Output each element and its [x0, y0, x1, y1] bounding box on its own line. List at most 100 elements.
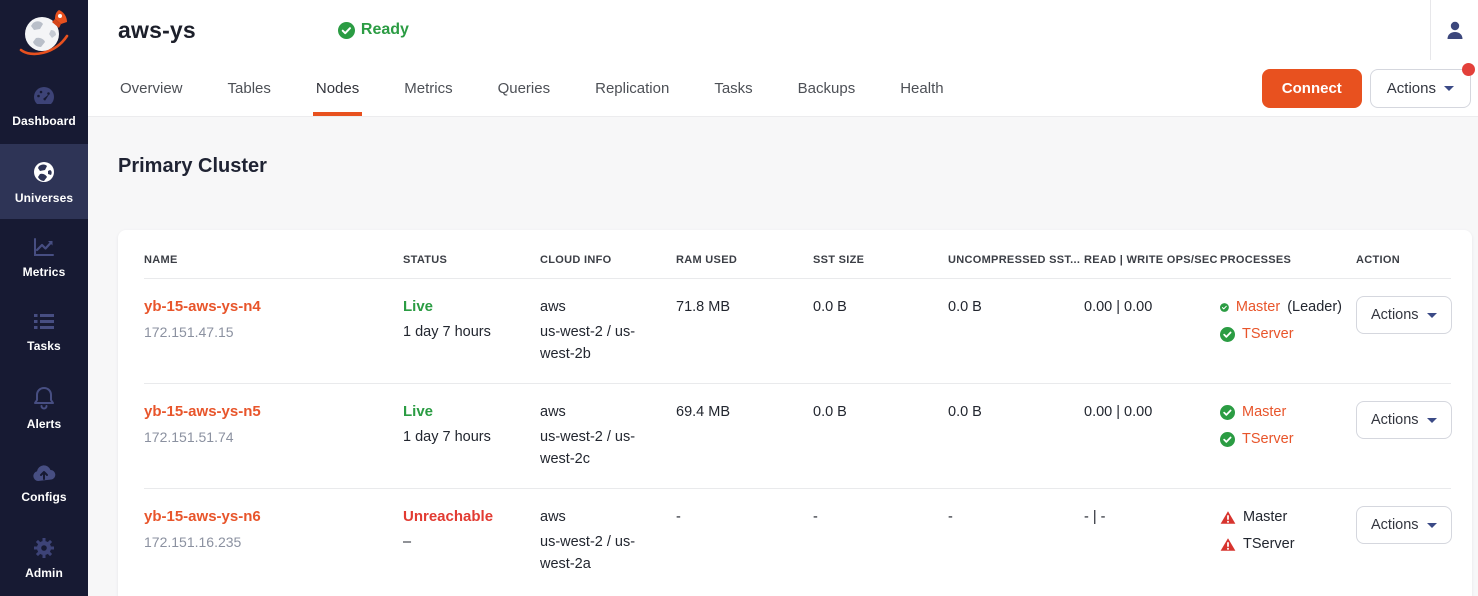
universe-actions-button[interactable]: Actions [1370, 69, 1471, 108]
node-status: Live [403, 401, 526, 423]
tab-replication[interactable]: Replication [595, 60, 669, 116]
uncompressed-sst-value: - [948, 506, 1084, 528]
planet-rocket-logo-icon [15, 8, 73, 60]
uncompressed-sst-value: 0.0 B [948, 296, 1084, 318]
col-header-name: NAME [144, 254, 403, 266]
row-actions-button[interactable]: Actions [1356, 296, 1452, 334]
bell-icon [32, 385, 56, 411]
check-circle-icon [1220, 405, 1235, 420]
user-menu[interactable] [1430, 0, 1478, 60]
cloud-provider: aws [540, 296, 662, 318]
gauge-icon [31, 84, 57, 108]
sst-size-value: - [813, 506, 948, 528]
read-write-ops-value: 0.00 | 0.00 [1084, 401, 1220, 423]
tab-tasks[interactable]: Tasks [714, 60, 752, 116]
ram-used-value: 69.4 MB [676, 401, 813, 423]
nodes-table-card: NAME STATUS CLOUD INFO RAM USED SST SIZE… [118, 230, 1472, 596]
cloud-provider: aws [540, 506, 662, 528]
cloud-region-zone: us-west-2 / us-west-2a [540, 531, 662, 575]
sidebar-item-dashboard[interactable]: Dashboard [0, 69, 88, 144]
node-name-link[interactable]: yb-15-aws-ys-n4 [144, 298, 261, 315]
node-uptime: – [403, 531, 526, 553]
gear-icon [32, 536, 56, 560]
node-ip: 172.151.47.15 [144, 321, 389, 343]
check-circle-icon [1220, 432, 1235, 447]
tab-health[interactable]: Health [900, 60, 943, 116]
process-master-link[interactable]: Master [1236, 296, 1280, 318]
content-area: Primary Cluster NAME STATUS CLOUD INFO R… [88, 117, 1478, 596]
process-tserver-link[interactable]: TServer [1242, 428, 1294, 450]
table-header-row: NAME STATUS CLOUD INFO RAM USED SST SIZE… [144, 230, 1451, 278]
line-chart-icon [31, 235, 57, 259]
process-tserver-link[interactable]: TServer [1242, 323, 1294, 345]
node-ip: 172.151.16.235 [144, 531, 389, 553]
sidebar-item-tasks[interactable]: Tasks [0, 295, 88, 370]
tab-metrics[interactable]: Metrics [404, 60, 452, 116]
uncompressed-sst-value: 0.0 B [948, 401, 1084, 423]
section-title: Primary Cluster [118, 155, 1478, 178]
row-actions-button[interactable]: Actions [1356, 401, 1452, 439]
read-write-ops-value: - | - [1084, 506, 1220, 528]
processes-cell: Master (Leader) TServer [1220, 296, 1356, 345]
notification-dot [1462, 63, 1475, 76]
sidebar: Dashboard Universes Metrics Tasks [0, 0, 88, 596]
col-header-status: STATUS [403, 254, 540, 266]
sidebar-item-label: Tasks [27, 339, 61, 353]
check-circle-icon [1220, 300, 1229, 315]
sidebar-item-universes[interactable]: Universes [0, 144, 88, 219]
tab-nodes[interactable]: Nodes [316, 60, 359, 116]
sidebar-item-alerts[interactable]: Alerts [0, 370, 88, 445]
tab-overview[interactable]: Overview [120, 60, 183, 116]
col-header-cloud-info: CLOUD INFO [540, 254, 676, 266]
universe-status-label: Ready [361, 21, 409, 39]
warning-triangle-icon [1220, 510, 1236, 525]
list-icon [31, 311, 57, 333]
chevron-down-icon [1427, 523, 1437, 528]
sidebar-item-configs[interactable]: Configs [0, 445, 88, 520]
process-master-label: Master [1243, 506, 1287, 528]
cloud-region-zone: us-west-2 / us-west-2c [540, 426, 662, 470]
tab-queries[interactable]: Queries [498, 60, 551, 116]
sidebar-item-label: Admin [25, 566, 63, 580]
process-master-extra: (Leader) [1287, 296, 1342, 318]
col-header-ram-used: RAM USED [676, 254, 813, 266]
top-bar: aws-ys Ready [88, 0, 1478, 60]
table-row: yb-15-aws-ys-n5 172.151.51.74 Live 1 day… [144, 383, 1451, 488]
node-name-link[interactable]: yb-15-aws-ys-n6 [144, 508, 261, 525]
col-header-action: ACTION [1356, 254, 1451, 266]
node-status: Live [403, 296, 526, 318]
sidebar-item-metrics[interactable]: Metrics [0, 219, 88, 294]
read-write-ops-value: 0.00 | 0.00 [1084, 296, 1220, 318]
chevron-down-icon [1444, 86, 1454, 91]
node-uptime: 1 day 7 hours [403, 321, 526, 343]
sidebar-item-label: Configs [21, 490, 66, 504]
process-master-link[interactable]: Master [1242, 401, 1286, 423]
check-circle-icon [338, 22, 355, 39]
cloud-upload-icon [30, 462, 58, 484]
ram-used-value: 71.8 MB [676, 296, 813, 318]
processes-cell: Master TServer [1220, 506, 1356, 555]
universe-status-badge: Ready [338, 21, 409, 39]
chevron-down-icon [1427, 313, 1437, 318]
table-row: yb-15-aws-ys-n4 172.151.47.15 Live 1 day… [144, 278, 1451, 383]
sidebar-item-label: Dashboard [12, 114, 76, 128]
tab-backups[interactable]: Backups [798, 60, 856, 116]
ram-used-value: - [676, 506, 813, 528]
connect-button[interactable]: Connect [1262, 69, 1362, 108]
process-tserver-label: TServer [1243, 533, 1295, 555]
node-ip: 172.151.51.74 [144, 426, 389, 448]
sidebar-item-label: Universes [15, 191, 73, 205]
warning-triangle-icon [1220, 537, 1236, 552]
sst-size-value: 0.0 B [813, 401, 948, 423]
sidebar-item-label: Alerts [27, 417, 62, 431]
node-uptime: 1 day 7 hours [403, 426, 526, 448]
col-header-read-write: READ | WRITE OPS/SEC [1084, 254, 1220, 266]
tab-tables[interactable]: Tables [228, 60, 271, 116]
sidebar-item-admin[interactable]: Admin [0, 521, 88, 596]
app-logo[interactable] [0, 0, 88, 69]
table-row: yb-15-aws-ys-n6 172.151.16.235 Unreachab… [144, 488, 1451, 593]
check-circle-icon [1220, 327, 1235, 342]
header-action-buttons: Connect Actions [1262, 69, 1471, 108]
node-name-link[interactable]: yb-15-aws-ys-n5 [144, 403, 261, 420]
row-actions-button[interactable]: Actions [1356, 506, 1452, 544]
